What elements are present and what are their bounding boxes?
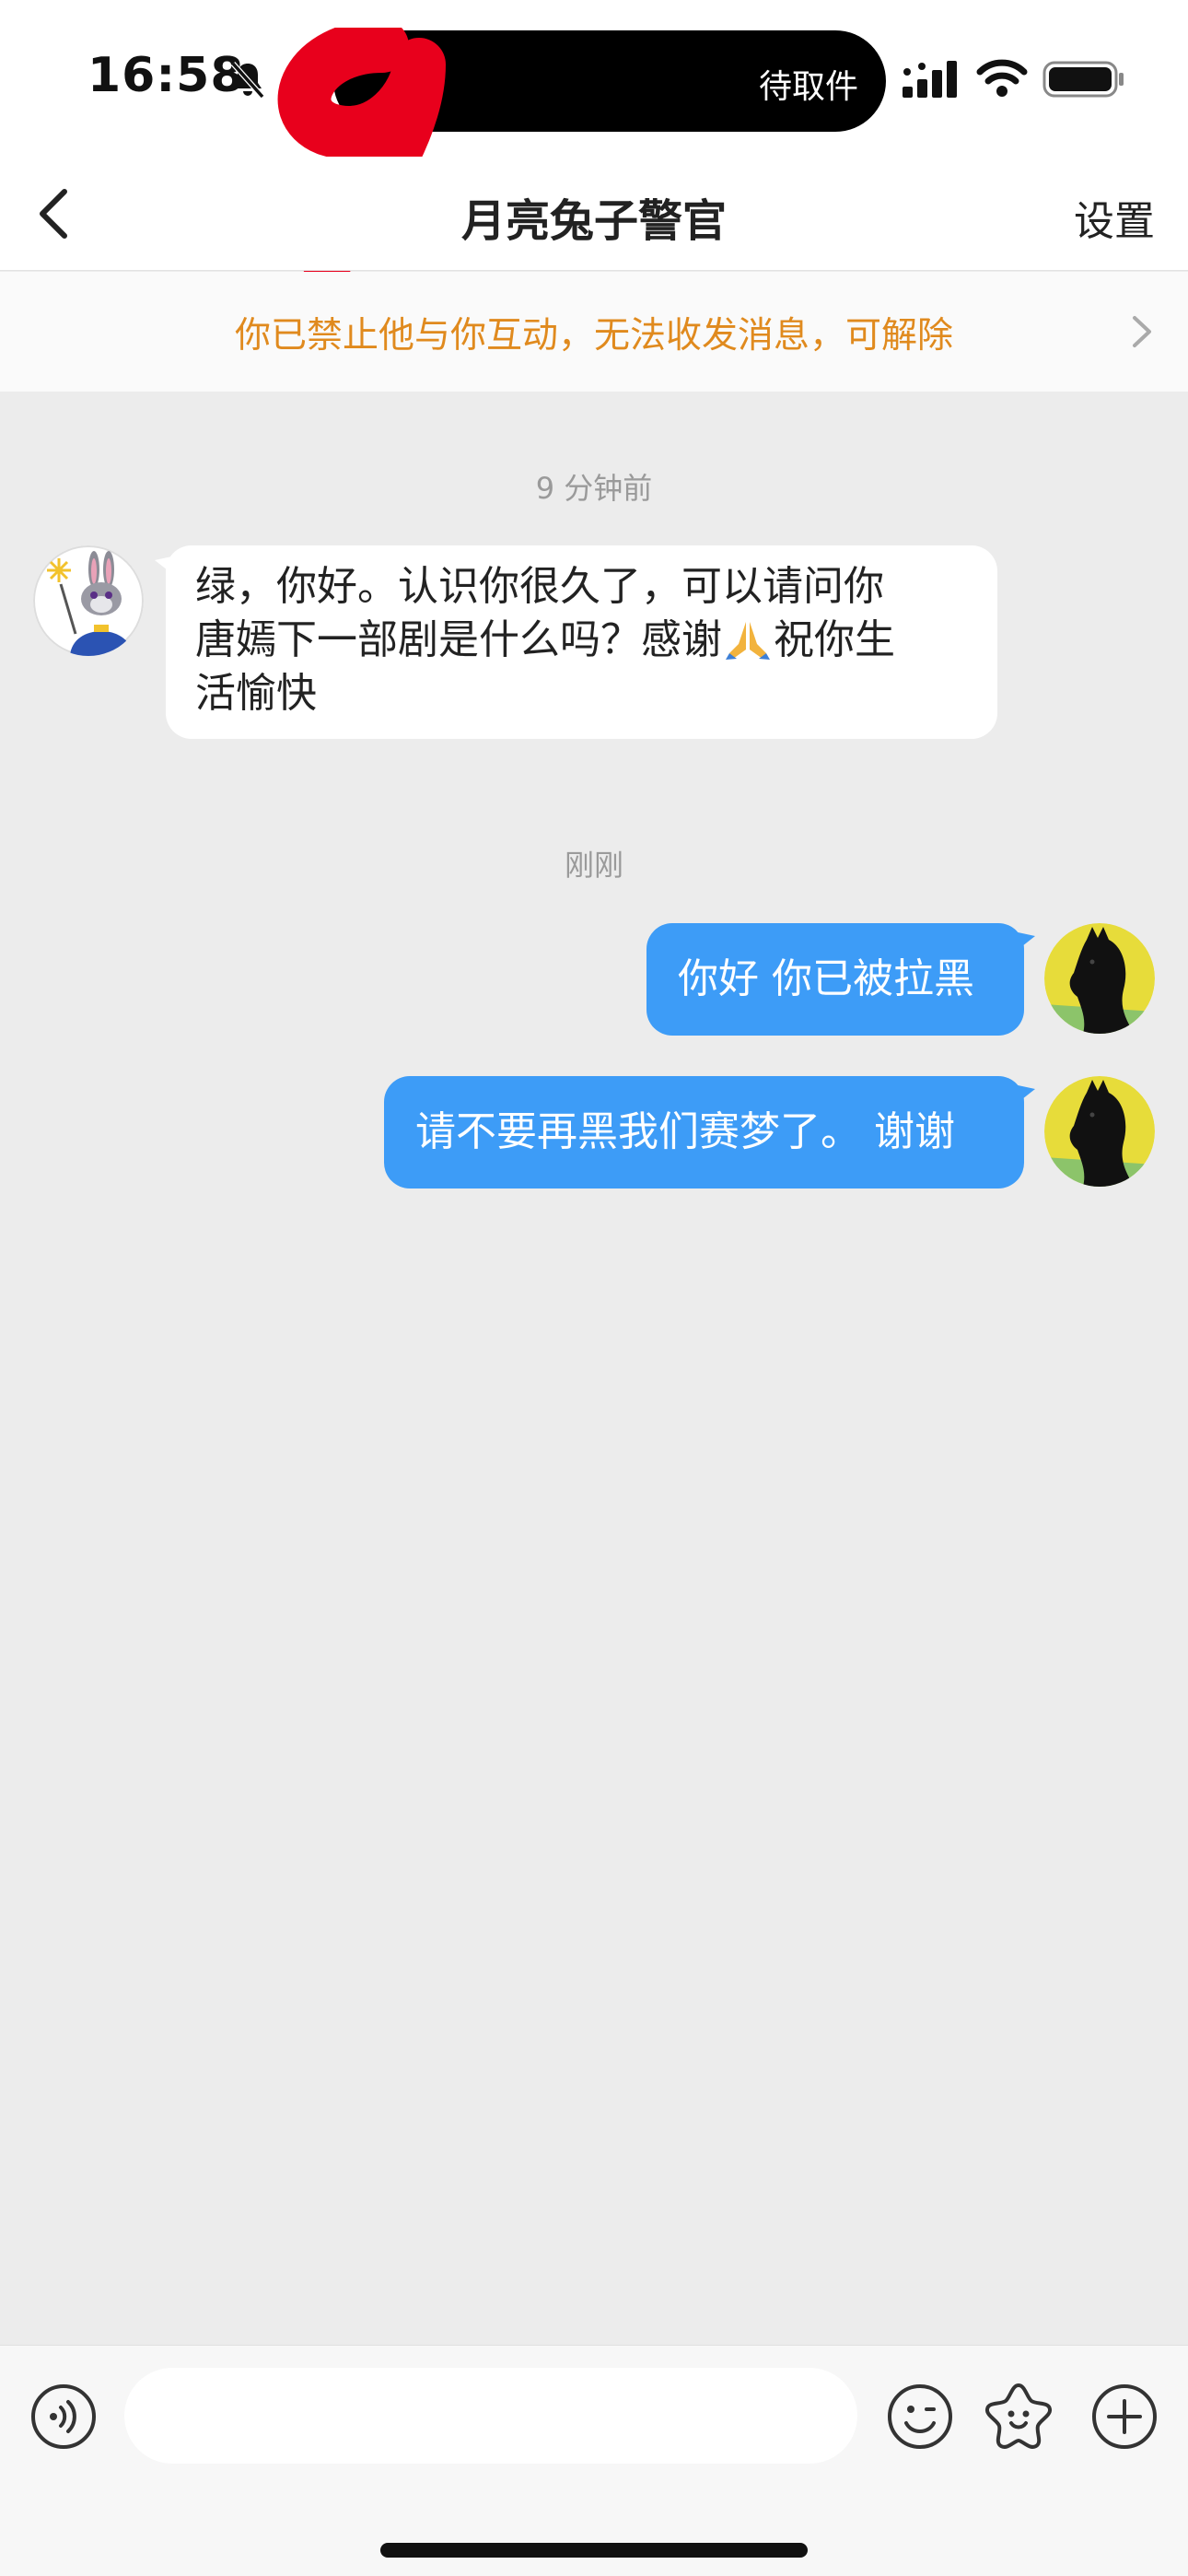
timestamp: 9 分钟前 xyxy=(535,471,653,506)
emoji-icon[interactable] xyxy=(886,2383,954,2451)
incoming-message-line: 唐嫣下一部剧是什么吗？感谢 祝你生 xyxy=(195,616,895,663)
outgoing-message-bubble[interactable]: 你好 你已被拉黑 xyxy=(646,923,1024,1036)
input-bar xyxy=(0,2345,1188,2576)
avatar-rabbit-officer[interactable] xyxy=(33,545,144,656)
incoming-message-line: 活愉快 xyxy=(195,670,317,717)
nav-bar: 月亮兔子警官 设置 xyxy=(0,157,1188,271)
blocked-notice-text: 你已禁止他与你互动，无法收发消息，可解除 xyxy=(234,315,953,357)
avatar-black-horse[interactable] xyxy=(1044,923,1155,1034)
plus-icon[interactable] xyxy=(1090,2383,1159,2451)
outgoing-message-bubble[interactable]: 请不要再黑我们赛梦了。 谢谢 xyxy=(384,1076,1024,1188)
wifi-icon xyxy=(976,59,1028,97)
bubble-tail xyxy=(1009,931,1035,956)
voice-icon[interactable] xyxy=(29,2383,98,2451)
home-indicator[interactable] xyxy=(380,2543,808,2558)
chat-screen: 16:58 待取件 月亮兔子警官 设置 你已禁止他与你互动，无法收发消息，可解除… xyxy=(0,0,1188,2576)
message-input[interactable] xyxy=(124,2368,857,2464)
blocked-notice-banner[interactable]: 你已禁止他与你互动，无法收发消息，可解除 xyxy=(0,272,1188,392)
settings-button[interactable]: 设置 xyxy=(1074,188,1155,247)
page-title: 月亮兔子警官 xyxy=(460,195,727,247)
bell-muted-icon xyxy=(230,62,265,99)
signal-icon xyxy=(903,61,957,98)
bubble-tail xyxy=(1009,1083,1035,1109)
incoming-message-line: 绿，你好。认识你很久了，可以请问你 xyxy=(195,563,884,610)
timestamp: 刚刚 xyxy=(564,848,623,883)
battery-icon xyxy=(1042,61,1124,98)
status-bar: 16:58 待取件 xyxy=(0,0,1188,285)
status-time: 16:58 xyxy=(87,48,245,103)
sticker-icon[interactable] xyxy=(984,2381,1054,2451)
incoming-message-bubble[interactable]: 绿，你好。认识你很久了，可以请问你 唐嫣下一部剧是什么吗？感谢 祝你生 活愉快 xyxy=(166,545,997,739)
avatar-black-horse[interactable] xyxy=(1044,1076,1155,1187)
chevron-right-icon xyxy=(1133,316,1151,347)
praying-hands-icon xyxy=(726,622,770,660)
island-pickup-text: 待取件 xyxy=(758,68,858,106)
